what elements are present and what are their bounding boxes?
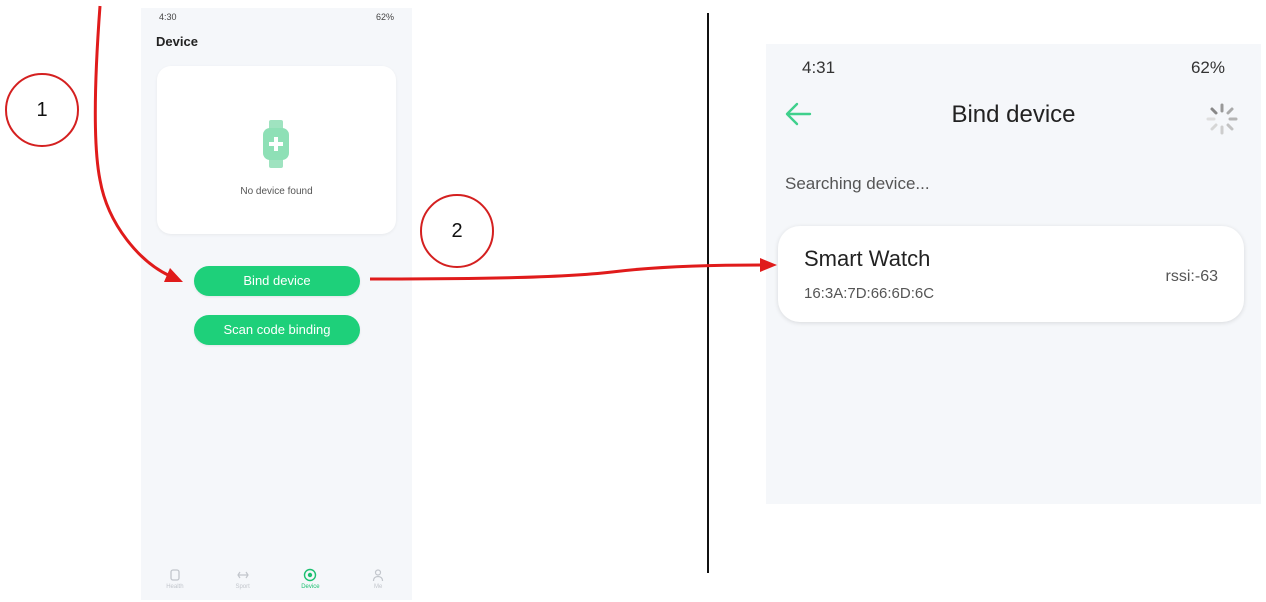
tab-label: Sport	[235, 584, 250, 590]
device-card: No device found	[157, 66, 396, 234]
device-icon	[304, 568, 317, 582]
empty-state-text: No device found	[240, 186, 313, 197]
tab-bar: Health Sport Device Me	[141, 558, 412, 600]
battery-level: 62%	[375, 12, 394, 22]
watch-icon	[170, 569, 180, 581]
status-time: 4:31	[802, 58, 836, 77]
device-list-item[interactable]: Smart Watch 16:3A:7D:66:6D:6C rssi:-63	[778, 226, 1244, 322]
step-1-label: 1	[5, 73, 79, 147]
device-name: Smart Watch	[804, 246, 931, 271]
tab-health[interactable]: Health	[155, 568, 195, 590]
tab-device[interactable]: Device	[290, 568, 330, 590]
page-title: Bind device	[951, 101, 1076, 128]
tab-label: Me	[373, 584, 383, 590]
device-rssi: rssi:-63	[1165, 268, 1218, 285]
status-bar: 4:31 62%	[802, 58, 1225, 78]
tab-label: Health	[166, 584, 184, 590]
device-mac-address: 16:3A:7D:66:6D:6C	[804, 285, 935, 302]
bind-device-button[interactable]: Bind device	[194, 266, 360, 296]
searching-status: Searching device...	[785, 174, 930, 193]
tab-me[interactable]: Me	[358, 568, 398, 590]
step-2-label: 2	[420, 194, 494, 268]
divider-line	[707, 13, 709, 573]
loading-spinner-icon	[1206, 103, 1238, 135]
arrow-step-2	[369, 263, 763, 281]
scan-code-binding-button[interactable]: Scan code binding	[194, 315, 360, 345]
battery-level: 62%	[1190, 58, 1225, 77]
tab-label: Device	[301, 584, 320, 590]
tab-sport[interactable]: Sport	[223, 568, 263, 590]
bind-device-screen: 4:31 62% Bind device Searching device...…	[766, 44, 1261, 504]
status-bar: 4:30 62%	[159, 12, 394, 22]
device-screen: 4:30 62% Device No device found Bind dev…	[141, 8, 412, 600]
watch-add-icon	[263, 120, 289, 168]
status-time: 4:30	[159, 12, 177, 22]
person-icon	[373, 569, 384, 582]
page-title: Device	[156, 34, 198, 49]
sport-icon	[236, 571, 249, 579]
